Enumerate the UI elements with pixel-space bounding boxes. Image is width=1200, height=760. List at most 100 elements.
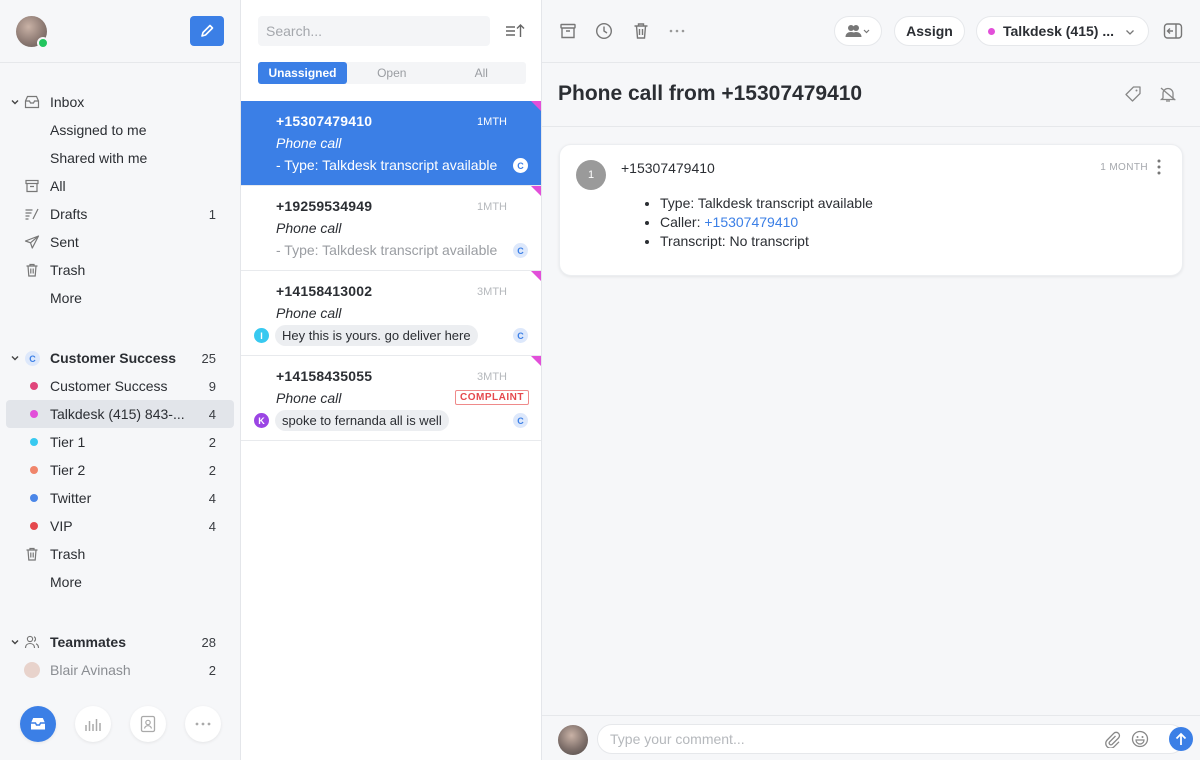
conversation-item[interactable]: +14158413002 3MTH Phone call I Hey this … bbox=[241, 271, 541, 356]
user-avatar bbox=[558, 725, 588, 755]
toggle-panel-icon[interactable] bbox=[1163, 21, 1183, 41]
conversation-time: 3MTH bbox=[477, 286, 507, 298]
sidebar-item-talkdesk[interactable]: Talkdesk (415) 843-... 4 bbox=[6, 400, 234, 428]
sidebar-item-count: 4 bbox=[208, 490, 216, 506]
sidebar-item-vip[interactable]: VIP 4 bbox=[0, 512, 240, 540]
conversation-from: +15307479410 bbox=[276, 113, 373, 129]
tag-icon[interactable] bbox=[1124, 85, 1142, 103]
sidebar-item-drafts[interactable]: Drafts 1 bbox=[0, 200, 240, 228]
message-line: Caller: +15307479410 bbox=[660, 213, 873, 232]
sidebar-item-inbox[interactable]: Inbox bbox=[0, 88, 240, 116]
sidebar-item-sent[interactable]: Sent bbox=[0, 228, 240, 256]
sidebar-item-assigned-to-me[interactable]: Assigned to me bbox=[0, 116, 240, 144]
sidebar-item-label: Drafts bbox=[50, 206, 88, 222]
conversation-item[interactable]: +15307479410 1MTH Phone call - Type: Tal… bbox=[241, 101, 541, 186]
sidebar-item-all[interactable]: All bbox=[0, 172, 240, 200]
sidebar-item-label: Tier 2 bbox=[50, 462, 86, 478]
inbox-color-dot bbox=[30, 438, 38, 446]
conversation-item[interactable]: +14158435055 3MTH Phone call COMPLAINT K… bbox=[241, 356, 541, 441]
comment-author-avatar: I bbox=[254, 328, 269, 343]
trash-icon bbox=[26, 263, 38, 277]
attachment-icon[interactable] bbox=[1103, 730, 1121, 748]
teammate-avatar bbox=[24, 662, 40, 678]
sidebar-item-trash[interactable]: Trash bbox=[0, 256, 240, 284]
sidebar-item-more[interactable]: More bbox=[0, 284, 240, 312]
sidebar-item-customer-success[interactable]: Customer Success 9 bbox=[0, 372, 240, 400]
inbox-badge: C bbox=[513, 243, 528, 258]
sidebar-item-shared-with-me[interactable]: Shared with me bbox=[0, 144, 240, 172]
sidebar-item-team-more[interactable]: More bbox=[0, 568, 240, 596]
sort-icon[interactable] bbox=[505, 22, 525, 40]
conversation-view: Assign Talkdesk (415) ... Phone call fro… bbox=[542, 0, 1200, 760]
inbox-color-marker bbox=[531, 186, 541, 196]
compose-button[interactable] bbox=[190, 16, 224, 46]
comment-composer bbox=[542, 715, 1200, 760]
inbox-badge: C bbox=[513, 413, 528, 428]
search-input[interactable] bbox=[258, 16, 490, 46]
conversation-list: Unassigned Open All +15307479410 1MTH Ph… bbox=[241, 0, 542, 760]
mute-bell-icon[interactable] bbox=[1159, 85, 1177, 103]
followers-dropdown[interactable] bbox=[834, 16, 882, 46]
inbox-selector-dropdown[interactable]: Talkdesk (415) ... bbox=[976, 16, 1149, 46]
sidebar-item-label: Blair Avinash bbox=[50, 662, 131, 678]
sidebar-item-label: Inbox bbox=[50, 94, 85, 110]
send-comment-button[interactable] bbox=[1169, 727, 1193, 751]
bottom-nav bbox=[0, 688, 240, 760]
sidebar-item-label: Sent bbox=[50, 234, 79, 250]
sidebar-teammates[interactable]: Teammates 28 bbox=[0, 628, 240, 656]
conversation-subject: Phone call bbox=[276, 135, 342, 151]
sidebar-teammate-blair-avinash[interactable]: Blair Avinash 2 bbox=[0, 656, 240, 684]
conversation-time: 1MTH bbox=[477, 201, 507, 213]
tab-unassigned[interactable]: Unassigned bbox=[258, 62, 347, 84]
sidebar-item-tier-2[interactable]: Tier 2 2 bbox=[0, 456, 240, 484]
inbox-color-marker bbox=[531, 356, 541, 366]
assign-button[interactable]: Assign bbox=[894, 16, 965, 46]
message-body: Type: Talkdesk transcript available Call… bbox=[660, 194, 873, 251]
message-menu-icon[interactable] bbox=[1156, 159, 1162, 175]
pencil-icon bbox=[201, 24, 214, 37]
contacts-icon bbox=[140, 715, 156, 733]
chevron-down-icon[interactable] bbox=[10, 637, 20, 647]
tab-open[interactable]: Open bbox=[347, 62, 437, 84]
conversation-time: 1MTH bbox=[477, 116, 507, 128]
sidebar-item-team-trash[interactable]: Trash bbox=[0, 540, 240, 568]
sidebar-nav: Inbox Assigned to me Shared with me All … bbox=[0, 88, 240, 684]
emoji-icon[interactable] bbox=[1131, 730, 1149, 748]
sidebar-item-label: More bbox=[50, 574, 82, 590]
chevron-down-icon[interactable] bbox=[10, 353, 20, 363]
user-avatar[interactable] bbox=[16, 16, 49, 49]
message-index-badge: 1 bbox=[576, 160, 606, 190]
conversation-item[interactable]: +19259534949 1MTH Phone call - Type: Tal… bbox=[241, 186, 541, 271]
nav-analytics-button[interactable] bbox=[75, 706, 111, 742]
conversation-subject: Phone call bbox=[276, 220, 342, 236]
conversation-toolbar: Assign Talkdesk (415) ... bbox=[542, 0, 1200, 63]
snooze-clock-icon[interactable] bbox=[595, 22, 613, 40]
sidebar-item-label: Customer Success bbox=[50, 350, 177, 366]
trash-icon[interactable] bbox=[632, 22, 650, 40]
nav-contacts-button[interactable] bbox=[130, 706, 166, 742]
inbox-color-marker bbox=[531, 271, 541, 281]
message-card[interactable]: 1 +15307479410 1 MONTH Type: Talkdesk tr… bbox=[559, 144, 1183, 276]
archive-icon bbox=[25, 179, 39, 193]
sidebar-item-label: Assigned to me bbox=[50, 122, 147, 138]
conversation-preview: - Type: Talkdesk transcript available bbox=[276, 157, 498, 173]
tab-all[interactable]: All bbox=[437, 62, 527, 84]
sidebar-item-label: Tier 1 bbox=[50, 434, 86, 450]
sidebar-item-twitter[interactable]: Twitter 4 bbox=[0, 484, 240, 512]
comment-input[interactable] bbox=[597, 724, 1185, 754]
inbox-badge: C bbox=[513, 158, 528, 173]
archive-icon[interactable] bbox=[559, 22, 577, 40]
caller-phone-link[interactable]: +15307479410 bbox=[704, 214, 798, 230]
conversation-from: +14158413002 bbox=[276, 283, 373, 299]
more-actions-icon[interactable] bbox=[668, 22, 686, 40]
trash-icon bbox=[26, 547, 38, 561]
nav-inbox-button[interactable] bbox=[20, 706, 56, 742]
sidebar: Inbox Assigned to me Shared with me All … bbox=[0, 0, 241, 760]
chevron-down-icon[interactable] bbox=[10, 97, 20, 107]
arrow-up-icon bbox=[1175, 732, 1187, 745]
nav-more-button[interactable] bbox=[185, 706, 221, 742]
complaint-tag[interactable]: COMPLAINT bbox=[455, 390, 529, 405]
sidebar-item-tier-1[interactable]: Tier 1 2 bbox=[0, 428, 240, 456]
sidebar-item-label: VIP bbox=[50, 518, 73, 534]
sidebar-team-customer-success[interactable]: C Customer Success 25 bbox=[0, 344, 240, 372]
